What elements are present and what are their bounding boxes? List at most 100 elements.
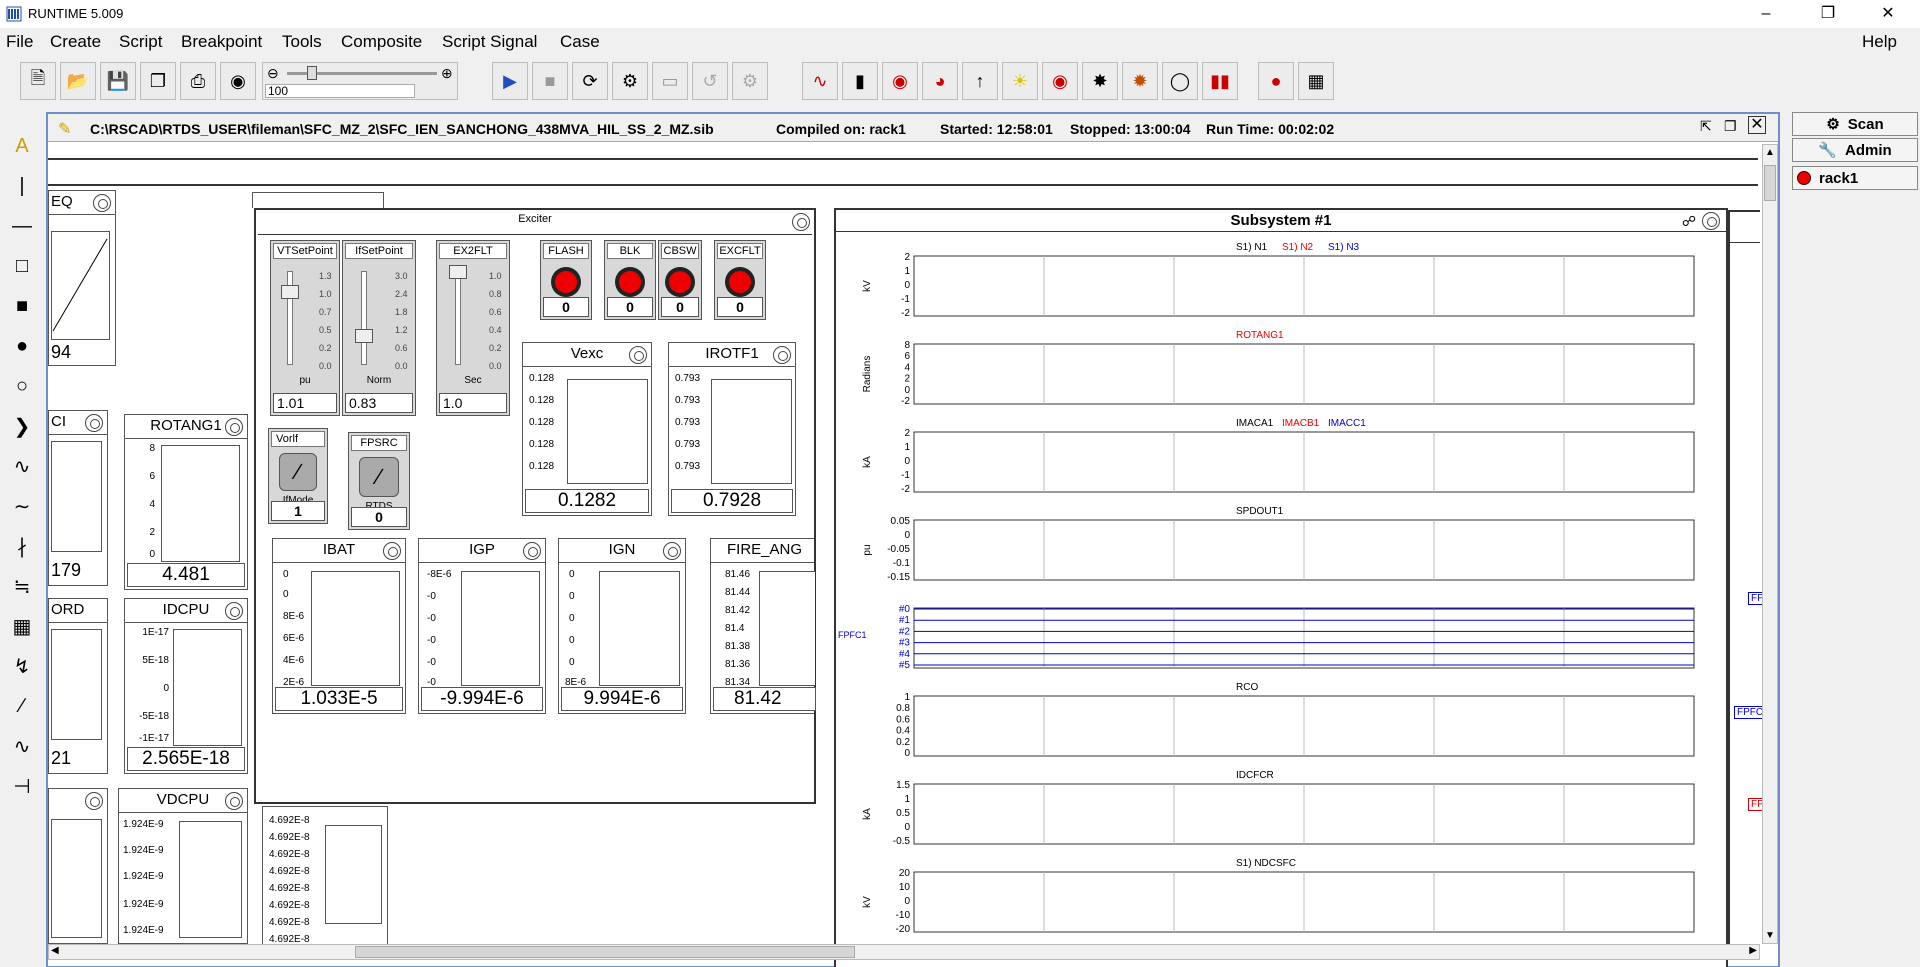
fault-icon[interactable]: ↯ [4,648,40,684]
scroll-up-icon[interactable]: ▲ [1765,147,1775,158]
meter-ibat[interactable]: IBAT 0 0 8E-6 6E-6 4E-6 2E-6 1.033E-5 [272,538,406,714]
switch-vorlf[interactable]: Vorlf ∕ IfMode 1 [268,428,328,524]
menu-create[interactable]: Create [50,32,101,52]
filled-circle-icon[interactable]: ● [4,328,40,364]
plot-icon[interactable]: ∿ [802,62,838,100]
counter-icon[interactable]: ◉ [1042,62,1078,100]
toggle-icon[interactable]: ◯ [1162,62,1198,100]
slider-ex2flt-value[interactable]: 1.0 [439,393,507,413]
slider-vtsetpoint[interactable]: VTSetPoint 1.3 1.0 0.7 0.5 0.2 0.0 pu 1.… [270,240,340,416]
light-bulb-icon[interactable]: ☀ [1002,62,1038,100]
scroll-left-icon[interactable]: ◀ [51,945,59,956]
switch-icon[interactable]: ↑ [962,62,998,100]
line-icon[interactable]: ∕ [4,688,40,724]
slider-ex2flt-track[interactable] [455,271,461,365]
meter-igp-options-icon[interactable] [523,542,541,560]
meter-eq[interactable]: EQ 94 [48,190,116,366]
meter-left-bottom-options-icon[interactable] [85,792,103,810]
save-icon[interactable]: 💾 [100,62,136,100]
toggle-switch-icon[interactable]: ∕ [359,457,399,497]
toggle-switch-icon[interactable]: ∕ [279,453,317,491]
subsystem-options-icon[interactable] [1702,212,1720,230]
slider-ifsetpoint[interactable]: IfSetPoint 3.0 2.4 1.8 1.2 0.6 0.0 Norm … [342,240,416,416]
meter-eq-options-icon[interactable] [93,194,111,212]
meter-left-bottom[interactable] [48,788,108,944]
menu-case[interactable]: Case [560,32,600,52]
menu-help[interactable]: Help [1862,32,1897,52]
horizontal-scroll-thumb[interactable] [355,946,855,958]
menu-script[interactable]: Script [119,32,162,52]
slider-vtsetpoint-thumb[interactable] [281,285,299,299]
close-button[interactable]: ✕ [1866,2,1910,26]
menu-breakpoint[interactable]: Breakpoint [181,32,262,52]
meter-vdcpu-options-icon[interactable] [225,792,243,810]
meter-ibat-options-icon[interactable] [383,542,401,560]
filled-rectangle-icon[interactable]: ■ [4,288,40,324]
meter-rotang1[interactable]: ROTANG1 8 6 4 2 0 4.481 [124,414,248,590]
rotary-icon[interactable]: ✸ [1082,62,1118,100]
grid-icon[interactable]: ▦ [1298,62,1334,100]
reset-icon[interactable]: ⟳ [572,62,608,100]
meter-vexc-options-icon[interactable] [629,346,647,364]
new-file-icon[interactable]: 🗎 [20,62,56,100]
capacitor-icon[interactable]: ∤ [4,528,40,564]
push-button-icon[interactable]: ● [1258,62,1294,100]
menu-composite[interactable]: Composite [341,32,422,52]
switch-fpsrc[interactable]: FPSRC ∕ RTDS 0 [348,432,410,530]
dial-icon[interactable]: ◕ [922,62,958,100]
meter-vdcpu[interactable]: VDCPU 1.924E-9 1.924E-9 1.924E-9 1.924E-… [118,788,248,944]
maximize-inner-icon[interactable]: ❐ [1724,118,1737,135]
slider-ifsetpoint-value[interactable]: 0.83 [345,393,413,413]
rack-status[interactable]: rack1 [1792,166,1918,190]
meter-ign[interactable]: IGN 0 0 0 0 0 8E-6 9.994E-6 [558,538,686,714]
meter-vexc[interactable]: Vexc 0.128 0.128 0.128 0.128 0.128 0.128… [522,342,652,516]
scroll-right-icon[interactable]: ▶ [1749,945,1757,956]
circle-icon[interactable]: ○ [4,368,40,404]
meter-ord[interactable]: ORD 21 [48,598,108,774]
arrow-icon[interactable]: ❯ [4,408,40,444]
ground-icon[interactable]: ⊣ [4,768,40,804]
slider-ex2flt[interactable]: EX2FLT 1.0 0.8 0.6 0.4 0.2 0.0 Sec 1.0 [436,240,510,416]
transformer-icon[interactable]: ≒ [4,568,40,604]
text-tool-icon[interactable]: A [4,128,40,164]
vertical-scrollbar[interactable]: ▲ ▼ [1762,144,1778,944]
meter-idcpu-options-icon[interactable] [225,602,243,620]
menu-file[interactable]: File [6,32,33,52]
meter-ign-options-icon[interactable] [663,542,681,560]
open-folder-icon[interactable]: 📂 [60,62,96,100]
horizontal-scrollbar[interactable]: ◀ ▶ [48,944,1760,960]
close-inner-icon[interactable]: ✕ [1748,116,1766,134]
lock-plot-icon[interactable]: ☍ [1682,213,1696,230]
print-icon[interactable]: ⎙ [180,62,216,100]
zoom-out-icon[interactable]: ⊖ [267,65,279,82]
lock-icon[interactable]: ⚙ [612,62,648,100]
zoom-value[interactable]: 100 [265,84,415,98]
slider-icon[interactable]: ▮ [842,62,878,100]
meter-icon[interactable]: ◉ [882,62,918,100]
sine-source-icon[interactable]: ∿ [4,728,40,764]
meter-irotf1[interactable]: IROTF1 0.793 0.793 0.793 0.793 0.793 0.7… [668,342,796,516]
rectangle-icon[interactable]: □ [4,248,40,284]
run-icon[interactable]: ▶ [492,62,528,100]
meter-phi[interactable]: 4.692E-8 4.692E-8 4.692E-8 4.692E-8 4.69… [262,806,388,946]
find-icon[interactable]: ◉ [220,62,256,100]
meter-rotang1-options-icon[interactable] [225,418,243,436]
menu-script-signal[interactable]: Script Signal [442,32,537,52]
inductor-icon[interactable]: ∼ [4,488,40,524]
meter-igp[interactable]: IGP -8E-6 -0 -0 -0 -0 -0 -9.994E-6 [418,538,546,714]
meter-ci[interactable]: CI 179 [48,410,108,586]
minimize-button[interactable]: – [1744,2,1788,26]
horizontal-line-icon[interactable]: — [4,208,40,244]
meter-idcpu[interactable]: IDCPU 1E-17 5E-18 0 -5E-18 -1E-17 2.565E… [124,598,248,774]
slider-ifsetpoint-thumb[interactable] [355,329,373,343]
vertical-line-icon[interactable]: | [4,168,40,204]
breaker-icon[interactable]: ▦ [4,608,40,644]
exciter-options-icon[interactable] [792,213,810,231]
resistor-icon[interactable]: ∿ [4,448,40,484]
slider-vtsetpoint-value[interactable]: 1.01 [273,393,337,413]
meter-ci-options-icon[interactable] [85,414,103,432]
bar-meter-icon[interactable]: ▮▮ [1202,62,1238,100]
maximize-button[interactable]: ❐ [1806,2,1850,26]
scan-button[interactable]: ⚙ Scan [1792,112,1918,136]
restore-icon[interactable]: ⇱ [1700,118,1712,135]
